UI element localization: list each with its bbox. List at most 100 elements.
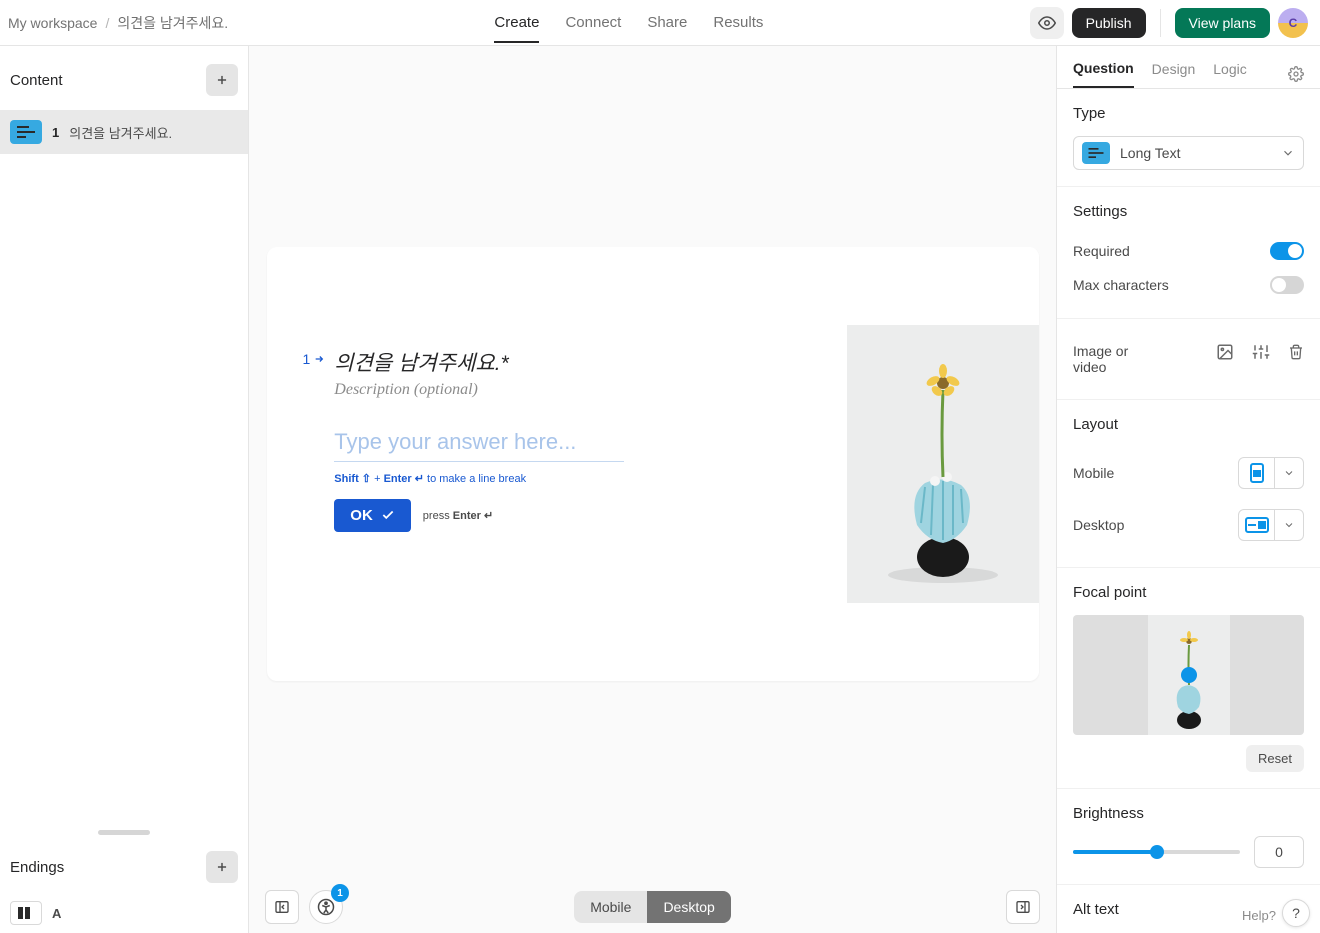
image-button[interactable] [1216,343,1234,361]
layout-desktop-select[interactable] [1238,509,1304,541]
image-icon [1216,343,1234,361]
resize-handle[interactable] [98,830,150,835]
collapse-left-button[interactable] [265,890,299,924]
press-enter-hint: press Enter ↵ [423,509,493,522]
check-icon [381,508,395,522]
type-label: Type [1073,105,1304,122]
preview-button[interactable] [1030,7,1064,39]
question-title: 의견을 남겨주세요. [69,123,172,142]
eye-icon [1038,14,1056,32]
accessibility-icon [317,898,335,916]
type-value: Long Text [1120,145,1180,161]
content-title: Content [10,72,63,89]
canvas-area: 1 의견을 남겨주세요.* Description (optional) Shi… [249,46,1056,933]
top-bar: My workspace / 의견을 남겨주세요. Create Connect… [0,0,1320,46]
content-header: Content [0,46,248,110]
focal-point-label: Focal point [1073,584,1304,601]
viewport-mobile[interactable]: Mobile [574,891,647,923]
question-card: 1 의견을 남겨주세요.* Description (optional) Shi… [267,247,1039,681]
layout-mobile-label: Mobile [1073,465,1114,481]
endings-title: Endings [10,859,64,876]
chevron-down-icon [1283,467,1295,479]
panel-tabs: Question Design Logic [1057,46,1320,89]
canvas-bottom-bar: 1 Mobile Desktop [249,881,1056,933]
viewport-desktop[interactable]: Desktop [647,891,730,923]
layout-mobile-select[interactable] [1238,457,1304,489]
chevron-down-icon [1283,519,1295,531]
nav-connect[interactable]: Connect [565,2,621,43]
image-video-label: Image or video [1073,343,1153,375]
tab-question[interactable]: Question [1073,60,1134,88]
question-mark-icon: ? [1292,905,1300,921]
brightness-section: Brightness 0 [1057,789,1320,885]
publish-button[interactable]: Publish [1072,8,1146,38]
layout-section: Layout Mobile Desktop [1057,400,1320,568]
trash-icon [1288,343,1304,361]
plus-icon [215,860,229,874]
question-number: 1 [52,125,59,140]
breadcrumb-workspace[interactable]: My workspace [8,15,97,31]
type-section: Type Long Text [1057,89,1320,187]
chevron-down-icon [1281,146,1295,160]
settings-label: Settings [1073,203,1304,220]
focal-point-section: Focal point Reset [1057,568,1320,789]
tab-design[interactable]: Design [1152,61,1196,87]
slider-handle[interactable] [1150,845,1164,859]
question-list-item[interactable]: 1 의견을 남겨주세요. [0,110,248,154]
arrow-right-icon [314,354,324,364]
question-image[interactable] [847,247,1039,681]
maxchars-label: Max characters [1073,277,1169,293]
ending-icon [10,901,42,925]
adjust-button[interactable] [1252,343,1270,361]
breadcrumb-separator: / [105,15,109,31]
panel-settings-button[interactable] [1288,66,1304,82]
brightness-value[interactable]: 0 [1254,836,1304,868]
add-content-button[interactable] [206,64,238,96]
view-plans-button[interactable]: View plans [1175,8,1270,38]
top-buttons: Publish View plans C [1030,7,1308,39]
focal-point-handle[interactable] [1181,667,1197,683]
type-select[interactable]: Long Text [1073,136,1304,170]
divider [1160,9,1161,37]
accessibility-badge: 1 [331,884,349,902]
nav-create[interactable]: Create [494,2,539,43]
content-list: 1 의견을 남겨주세요. [0,110,248,824]
viewport-toggle: Mobile Desktop [574,891,731,923]
top-nav: Create Connect Share Results [228,2,1029,43]
answer-input[interactable] [334,429,624,462]
question-description[interactable]: Description (optional) [334,381,624,399]
panel-left-icon [274,899,290,915]
question-index: 1 [303,347,325,367]
plus-icon [215,73,229,87]
panel-right-icon [1015,899,1031,915]
right-panel: Question Design Logic Type Long Text Set… [1056,46,1320,933]
ending-letter: A [52,906,61,921]
avatar[interactable]: C [1278,8,1308,38]
layout-label: Layout [1073,416,1304,433]
sliders-icon [1252,343,1270,361]
tab-logic[interactable]: Logic [1213,61,1246,87]
brightness-slider[interactable] [1073,850,1240,854]
breadcrumb-form-title[interactable]: 의견을 남겨주세요. [117,13,228,33]
help-button[interactable]: ? [1282,899,1310,927]
required-mark: * [501,352,509,375]
question-text[interactable]: 의견을 남겨주세요.* [334,347,624,377]
nav-results[interactable]: Results [713,2,763,43]
alt-text-section: Alt text [1057,885,1320,924]
focal-point-editor[interactable] [1073,615,1304,735]
required-toggle[interactable] [1270,242,1304,260]
help-label[interactable]: Help? [1242,908,1276,923]
collapse-right-button[interactable] [1006,890,1040,924]
settings-section: Settings Required Max characters [1057,187,1320,319]
reset-button[interactable]: Reset [1246,745,1304,772]
layout-desktop-label: Desktop [1073,517,1124,533]
long-text-icon [10,120,42,144]
ok-button[interactable]: OK [334,499,411,532]
ending-list-item[interactable]: A [0,893,248,933]
nav-share[interactable]: Share [647,2,687,43]
maxchars-toggle[interactable] [1270,276,1304,294]
add-ending-button[interactable] [206,851,238,883]
gear-icon [1288,66,1304,82]
delete-image-button[interactable] [1288,343,1304,361]
required-label: Required [1073,243,1130,259]
